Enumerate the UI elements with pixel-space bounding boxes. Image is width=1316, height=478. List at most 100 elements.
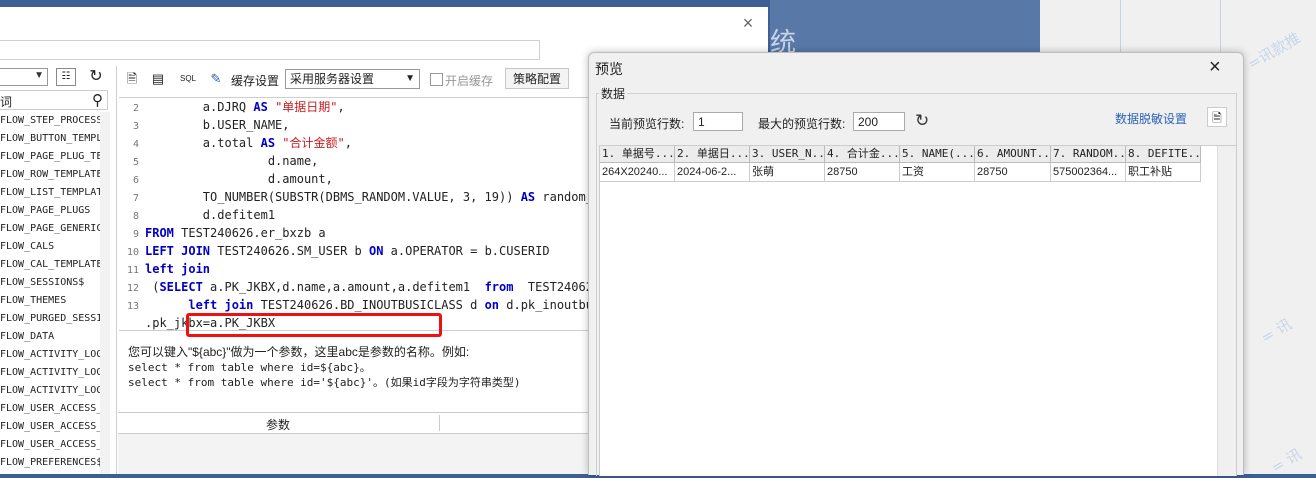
edit-icon[interactable]: ✎ xyxy=(207,70,225,88)
sql-text: d.name, xyxy=(145,154,319,168)
preview-dialog: 预览 × 数据 当前预览行数: 1 最大的预览行数: 200 ↻ 数据脱敏设置 … xyxy=(588,52,1244,476)
filter-icon[interactable]: ☷ xyxy=(56,68,76,86)
table-cell[interactable]: 28750 xyxy=(975,163,1051,182)
search-placeholder: 词 xyxy=(0,95,13,109)
column-header[interactable]: 2. 单据日... xyxy=(675,146,750,163)
watermark: = 讯 xyxy=(1257,315,1295,347)
sql-keyword: AS xyxy=(520,190,536,204)
sql-keyword: left join xyxy=(145,262,211,276)
grid-header-row: 1. 单据号... 2. 单据日... 3. USER_N... 4. 合计金... 5… xyxy=(600,146,1201,163)
column-header[interactable]: 6. AMOUNT... xyxy=(975,146,1051,163)
sql-keyword: AS xyxy=(260,136,276,150)
max-rows-label: 最大的预览行数: xyxy=(758,117,846,131)
scrollbar[interactable] xyxy=(100,112,110,474)
list-item[interactable]: FLOW_PURGED_SESSI xyxy=(0,310,100,328)
column-header[interactable]: 8. DEFITE... xyxy=(1126,146,1201,163)
column-header[interactable]: 4. 合计金... xyxy=(825,146,900,163)
param-column-header: 参数 xyxy=(266,418,291,432)
sql-keyword: SELECT xyxy=(159,280,203,294)
cache-mode-value: 采用服务器设置 xyxy=(290,72,375,86)
table-cell[interactable]: 28750 xyxy=(825,163,900,182)
list-item[interactable]: FLOW_CAL_TEMPLATE xyxy=(0,256,100,274)
chevron-down-icon: ▼ xyxy=(405,73,415,84)
list-item[interactable]: FLOW_DATA xyxy=(0,328,100,346)
sql-text: TEST240626.er_bxzb a xyxy=(173,226,326,240)
hint-line: select * from table where id=${abc}。 xyxy=(128,361,371,374)
close-icon[interactable]: × xyxy=(1209,56,1221,79)
parameter-table[interactable] xyxy=(118,434,588,474)
data-masking-link[interactable]: 数据脱敏设置 xyxy=(1115,110,1187,127)
chevron-down-icon: ▼ xyxy=(34,70,44,81)
list-item[interactable]: FLOW_THEMES xyxy=(0,292,100,310)
parameter-hint: 您可以键入"${abc}"做为一个参数，这里abc是参数的名称。例如: sele… xyxy=(128,345,521,390)
list-item[interactable]: FLOW_ROW_TEMPLATE xyxy=(0,166,100,184)
cache-mode-select[interactable]: 采用服务器设置 ▼ xyxy=(285,69,420,89)
sql-keyword: from xyxy=(484,280,514,294)
list-item[interactable]: FLOW_CALS xyxy=(0,238,100,256)
table-cell[interactable]: 575002364... xyxy=(1051,163,1126,182)
schema-select[interactable]: ▼ xyxy=(0,68,48,86)
list-item[interactable]: FLOW_ACTIVITY_LOG xyxy=(0,382,100,400)
list-item[interactable]: FLOW_LIST_TEMPLAT xyxy=(0,184,100,202)
list-item[interactable]: FLOW_BUTTON_TEMPL xyxy=(0,130,100,148)
column-header[interactable]: 1. 单据号... xyxy=(600,146,675,163)
column-header[interactable]: 7. RANDOM... xyxy=(1051,146,1126,163)
current-rows-input[interactable]: 1 xyxy=(693,112,743,131)
sql-text: , xyxy=(344,136,352,150)
sql-icon[interactable]: SQL xyxy=(179,70,197,88)
column-header[interactable]: 3. USER_N... xyxy=(750,146,825,163)
export-icon[interactable]: 🗎 xyxy=(1207,107,1227,127)
list-item[interactable]: FLOW_PAGE_PLUGS xyxy=(0,202,100,220)
sql-keyword: LEFT JOIN xyxy=(145,244,211,258)
dataset-name-input[interactable] xyxy=(0,40,540,60)
list-item[interactable]: FLOW_USER_ACCESS_ xyxy=(0,418,100,436)
group-label: 数据 xyxy=(599,85,628,102)
list-item[interactable]: FLOW_ACTIVITY_LOG xyxy=(0,364,100,382)
max-rows-input[interactable]: 200 xyxy=(853,112,905,131)
list-item[interactable]: FLOW_PAGE_GENERIC xyxy=(0,220,100,238)
sql-string: "合计金额" xyxy=(282,136,345,150)
scrollbar[interactable] xyxy=(1217,146,1236,476)
sql-text: d.amount, xyxy=(145,172,333,186)
list-item[interactable]: FLOW_USER_ACCESS_ xyxy=(0,436,100,454)
sql-text: a.total xyxy=(145,136,261,150)
divider xyxy=(439,415,440,431)
close-icon[interactable]: × xyxy=(738,13,758,33)
sql-string: "单据日期" xyxy=(275,100,338,114)
list-item[interactable]: FLOW_ACTIVITY_LOG xyxy=(0,346,100,364)
enable-cache-checkbox[interactable] xyxy=(430,73,443,86)
list-item[interactable]: FLOW_USER_ACCESS_ xyxy=(0,400,100,418)
table-row[interactable]: 264X20240... 2024-06-2... 张萌 28750 工资 28750 57… xyxy=(600,163,1201,182)
search-icon[interactable]: ⚲ xyxy=(92,91,103,109)
sql-text: b.USER_NAME, xyxy=(145,118,290,132)
refresh-icon[interactable]: ↻ xyxy=(915,111,929,131)
list-item[interactable]: FLOW_STEP_PROCESS xyxy=(0,112,100,130)
list-item[interactable]: FLOW_PAGE_PLUG_TE xyxy=(0,148,100,166)
table-cell[interactable]: 工资 xyxy=(900,163,975,182)
list-item[interactable]: FLOW_PREFERENCES$ xyxy=(0,454,100,472)
table-cell[interactable]: 2024-06-2... xyxy=(675,163,750,182)
table-cell[interactable]: 264X20240... xyxy=(600,163,675,182)
table-cell[interactable]: 张萌 xyxy=(750,163,825,182)
sql-text: a.OPERATOR = b.CUSERID xyxy=(383,244,550,258)
current-rows-label: 当前预览行数: xyxy=(609,117,685,131)
table-list-panel: ▼ ☷ ↻ 词 ⚲ FLOW_STEP_PROCESS FLOW_BUTTON_T… xyxy=(0,66,110,474)
sql-text: a.DJRQ xyxy=(145,100,254,114)
background-banner: 统 xyxy=(770,0,1040,58)
column-header[interactable]: 5. NAME(... xyxy=(900,146,975,163)
save-icon[interactable]: ▤ xyxy=(149,70,167,88)
sql-text: , xyxy=(337,100,345,114)
dialog-title: 预览 xyxy=(595,61,623,77)
refresh-icon[interactable]: ↻ xyxy=(86,67,106,87)
sql-text: ( xyxy=(145,280,160,294)
list-item[interactable]: FLOW_SESSIONS$ xyxy=(0,274,100,292)
table-cell[interactable]: 职工补贴 xyxy=(1126,163,1201,182)
preview-icon[interactable]: 🗎 xyxy=(123,70,141,88)
sql-keyword: FROM xyxy=(145,226,174,240)
table-search-input[interactable]: 词 ⚲ xyxy=(0,90,108,110)
enable-cache-label: 开启缓存 xyxy=(445,74,494,88)
sql-text: a.PK_JKBX,d.name,a.amount,a.defitem1 xyxy=(202,280,485,294)
strategy-config-button[interactable]: 策略配置 xyxy=(505,68,569,89)
